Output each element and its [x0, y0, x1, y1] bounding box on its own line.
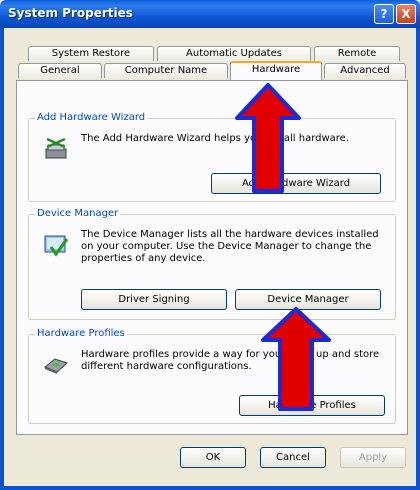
- add-hardware-wizard-group: Add Hardware Wizard The Add Hardware Wiz…: [28, 112, 396, 202]
- device-manager-group: Device Manager The Device Manager lists …: [28, 208, 396, 320]
- hardware-profiles-description: Hardware profiles provide a way for you …: [81, 349, 380, 372]
- add-hardware-description: The Add Hardware Wizard helps you instal…: [81, 133, 350, 144]
- driver-signing-button[interactable]: Driver Signing: [81, 289, 227, 310]
- add-hardware-icon: [45, 137, 67, 159]
- help-button[interactable]: ?: [374, 4, 394, 24]
- ok-button[interactable]: OK: [180, 447, 246, 468]
- apply-button[interactable]: Apply: [340, 447, 406, 468]
- help-icon: ?: [380, 7, 388, 21]
- add-hardware-wizard-label: Add Hardware Wizard: [35, 112, 148, 123]
- hardware-profiles-group: Hardware Profiles Hardware profiles prov…: [28, 328, 396, 424]
- title-bar[interactable]: System Properties ? X: [0, 0, 420, 28]
- tab-general[interactable]: General: [18, 63, 102, 78]
- window-title: System Properties: [8, 6, 133, 20]
- tab-system-restore[interactable]: System Restore: [28, 46, 154, 61]
- tab-automatic-updates[interactable]: Automatic Updates: [157, 46, 311, 61]
- tab-advanced[interactable]: Advanced: [324, 63, 406, 78]
- annotation-arrow-up-icon-2: [261, 307, 331, 411]
- hardware-profiles-icon: [44, 358, 68, 374]
- close-button[interactable]: X: [396, 4, 416, 24]
- close-icon: X: [401, 7, 411, 21]
- annotation-arrow-up-icon: [235, 83, 301, 193]
- tab-computer-name[interactable]: Computer Name: [104, 63, 228, 78]
- device-manager-label: Device Manager: [35, 208, 121, 219]
- hardware-profiles-label: Hardware Profiles: [35, 328, 127, 339]
- device-manager-icon: [44, 235, 69, 257]
- tab-remote[interactable]: Remote: [314, 46, 400, 61]
- device-manager-description: The Device Manager lists all the hardwar…: [81, 229, 379, 264]
- cancel-button[interactable]: Cancel: [260, 447, 326, 468]
- tab-hardware[interactable]: Hardware: [230, 61, 322, 80]
